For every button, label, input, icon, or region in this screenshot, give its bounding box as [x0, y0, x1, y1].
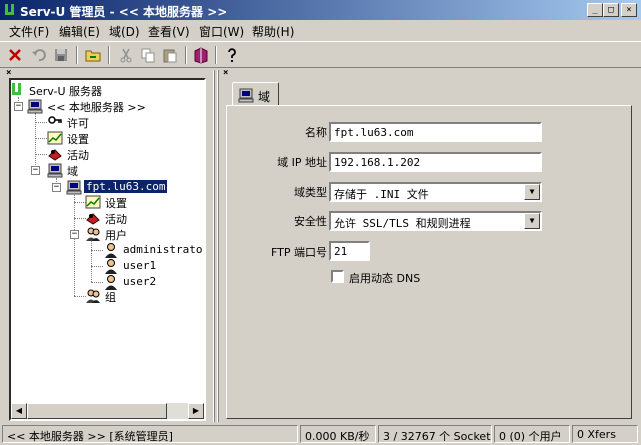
right-pane-close-icon[interactable]: ×: [223, 68, 228, 78]
tree-domain-settings[interactable]: 设置: [105, 195, 127, 211]
dynamic-dns-checkbox[interactable]: [331, 270, 344, 283]
domain-name-input[interactable]: fpt.lu63.com: [329, 122, 542, 142]
domain-type-value: 存储于 .INI 文件: [334, 188, 429, 201]
dynamic-dns-label: 启用动态 DNS: [349, 272, 421, 285]
user-icon: [105, 259, 117, 274]
security-select[interactable]: 允许 SSL/TLS 和规则进程 ▼: [329, 211, 542, 231]
serv-u-logo-icon: [5, 4, 14, 15]
menu-file[interactable]: 文件(F): [9, 23, 49, 40]
menu-window[interactable]: 窗口(W): [199, 23, 244, 40]
local-server-expander[interactable]: −: [14, 102, 23, 111]
domains-computer-icon: [47, 163, 63, 178]
security-value: 允许 SSL/TLS 和规则进程: [334, 217, 471, 230]
tree-users[interactable]: 用户: [105, 227, 127, 243]
domain-type-select[interactable]: 存储于 .INI 文件 ▼: [329, 182, 542, 202]
maximize-button[interactable]: □: [603, 3, 619, 17]
ftp-port-label: FTP 端口号: [271, 246, 327, 259]
domain-type-label: 域类型: [294, 186, 327, 199]
domain-form-panel: 名称 fpt.lu63.com 域 IP 地址 192.168.1.202 域类…: [226, 105, 632, 419]
domains-expander[interactable]: −: [31, 166, 40, 175]
tab-domain[interactable]: 域: [232, 82, 279, 106]
menu-help[interactable]: 帮助(H): [252, 23, 294, 40]
tab-domain-label: 域: [258, 90, 271, 104]
scroll-right-arrow-icon[interactable]: ▶: [188, 403, 204, 419]
key-icon: [48, 116, 62, 124]
copy-icon[interactable]: [139, 46, 157, 64]
domain-computer-icon: [238, 88, 254, 103]
status-users: 0 (0) 个用户: [494, 425, 570, 443]
toolbar-separator: [108, 46, 110, 64]
serv-u-logo-icon: [12, 83, 21, 95]
tree-domain-activity[interactable]: 活动: [105, 211, 127, 227]
activity-icon: [48, 149, 62, 161]
tree-groups[interactable]: 组: [105, 289, 116, 305]
user-icon: [105, 243, 117, 258]
tree-horizontal-scrollbar[interactable]: ◀ ▶: [11, 403, 204, 419]
scroll-thumb[interactable]: [27, 403, 167, 419]
toolbar-separator: [215, 46, 217, 64]
name-label: 名称: [305, 126, 327, 139]
status-speed: 0.000 KB/秒: [300, 425, 376, 443]
domain-expander[interactable]: −: [52, 183, 61, 192]
window-title: Serv-U 管理员 - << 本地服务器 >>: [20, 5, 228, 19]
activity-icon: [86, 213, 100, 225]
settings-chart-icon: [47, 131, 63, 145]
tree-domain-selected[interactable]: fpt.lu63.com: [84, 180, 168, 193]
toolbar: [0, 41, 641, 68]
domain-computer-icon: [66, 180, 82, 195]
tree-local-server[interactable]: << 本地服务器 >>: [47, 99, 146, 115]
toolbar-separator: [185, 46, 187, 64]
title-bar: Serv-U 管理员 - << 本地服务器 >> _ □ ×: [0, 0, 641, 20]
tree-settings[interactable]: 设置: [67, 131, 89, 147]
tree-user-user2[interactable]: user2: [123, 275, 156, 288]
groups-icon: [86, 289, 100, 303]
tree-license[interactable]: 许可: [67, 115, 89, 131]
help-icon[interactable]: [223, 46, 241, 64]
tree-activity[interactable]: 活动: [67, 147, 89, 163]
tree-root-server[interactable]: Serv-U 服务器: [29, 83, 102, 99]
menu-bar: 文件(F) 编辑(E) 域(D) 查看(V) 窗口(W) 帮助(H): [0, 20, 641, 40]
server-tree: Serv-U 服务器 − << 本地服务器 >> 许可 设置 活动 − 域 − …: [9, 78, 206, 421]
domain-properties-pane: 域 名称 fpt.lu63.com 域 IP 地址 192.168.1.202 …: [222, 78, 636, 421]
left-pane-close-icon[interactable]: ×: [6, 68, 11, 78]
settings-chart-icon: [85, 195, 101, 209]
status-sockets: 3 / 32767 个 Sockets: [378, 425, 492, 443]
domain-ip-input[interactable]: 192.168.1.202: [329, 152, 542, 172]
menu-domain[interactable]: 域(D): [109, 23, 140, 40]
toolbar-separator: [76, 46, 78, 64]
menu-edit[interactable]: 编辑(E): [59, 23, 100, 40]
ftp-port-input[interactable]: 21: [329, 241, 370, 261]
book-icon[interactable]: [192, 46, 210, 64]
refresh-folder-icon[interactable]: [84, 46, 102, 64]
pane-splitter[interactable]: [211, 70, 221, 422]
computer-icon: [27, 99, 43, 114]
delete-icon[interactable]: [6, 46, 24, 64]
tree-user-user1[interactable]: user1: [123, 259, 156, 272]
paste-icon[interactable]: [161, 46, 179, 64]
cut-icon[interactable]: [117, 46, 135, 64]
save-icon[interactable]: [52, 46, 70, 64]
minimize-button[interactable]: _: [587, 3, 603, 17]
tree-domains[interactable]: 域: [67, 163, 78, 179]
user-icon: [105, 275, 117, 290]
close-button[interactable]: ×: [621, 3, 637, 17]
users-expander[interactable]: −: [70, 230, 79, 239]
status-xfers: 0 Xfers: [572, 425, 638, 443]
chevron-down-icon[interactable]: ▼: [524, 213, 540, 229]
ip-label: 域 IP 地址: [277, 156, 327, 169]
tree-user-administrator[interactable]: administrator: [123, 243, 204, 256]
security-label: 安全性: [294, 215, 327, 228]
menu-view[interactable]: 查看(V): [148, 23, 190, 40]
status-bar: << 本地服务器 >> [系统管理员] 0.000 KB/秒 3 / 32767…: [0, 423, 641, 445]
scroll-left-arrow-icon[interactable]: ◀: [11, 403, 27, 419]
chevron-down-icon[interactable]: ▼: [524, 184, 540, 200]
status-server: << 本地服务器 >> [系统管理员]: [2, 425, 298, 443]
undo-icon[interactable]: [30, 46, 48, 64]
users-group-icon: [86, 227, 100, 241]
